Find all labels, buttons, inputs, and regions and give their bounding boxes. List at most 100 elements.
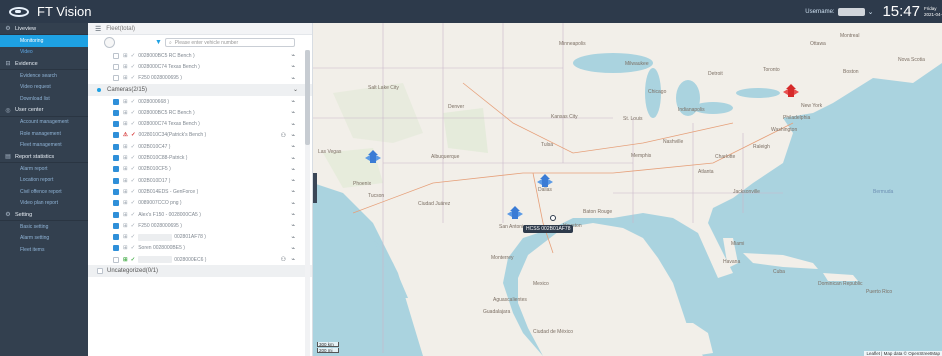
sidebar-item-role-management[interactable]: Role management [0, 128, 88, 140]
camera-link-icon[interactable]: ⌁ [291, 121, 295, 128]
group-cameras[interactable]: Cameras(2/15) ⌄ [88, 83, 312, 96]
vehicle-row[interactable]: ⊞ ✓ F250 0028000695 ) ⌁ [88, 73, 312, 84]
camera-link-icon[interactable]: ⌁ [291, 177, 295, 184]
vehicle-checkbox[interactable] [113, 75, 119, 82]
vehicle-checkbox[interactable] [113, 155, 119, 162]
vehicle-checkbox[interactable] [113, 121, 119, 128]
camera-link-icon[interactable]: ⌁ [291, 132, 295, 139]
vehicle-checkbox[interactable] [113, 166, 119, 173]
vehicle-row[interactable]: ⊞ ✓ 002801AF78 ) ⌁ [88, 231, 312, 242]
map-label: Ottawa [810, 41, 826, 47]
map-label: Memphis [631, 153, 652, 159]
camera-link-icon[interactable]: ⌁ [291, 234, 295, 241]
chevron-down-icon[interactable]: ⌄ [868, 8, 874, 16]
vehicle-checkbox[interactable] [113, 63, 119, 70]
video-playback-icon[interactable]: ⚇ [281, 256, 286, 263]
vehicle-checkbox[interactable] [113, 98, 119, 105]
vehicle-row[interactable]: ⊞ ✓ F250 0028000695 ) ⌁ [88, 220, 312, 231]
vehicle-checkbox[interactable] [113, 234, 119, 241]
sidebar-item-location-report[interactable]: Location report [0, 175, 88, 187]
sidebar-item-fleet-items[interactable]: Fleet items [0, 244, 88, 256]
sidebar-section-setting[interactable]: ⚙ Setting [0, 209, 88, 221]
sidebar-item-basic-setting[interactable]: Basic setting [0, 221, 88, 233]
vehicle-checkbox[interactable] [113, 188, 119, 195]
group-checkbox[interactable] [97, 268, 103, 275]
vehicle-row[interactable]: ⚠ ✓ 0028010C34(Patrick's Bench ) ⚇ ⌁ [88, 130, 312, 141]
camera-link-icon[interactable]: ⌁ [291, 109, 295, 116]
vehicle-row[interactable]: ⊞ ✓ 002B010C47 ) ⌁ [88, 141, 312, 152]
map-canvas[interactable]: Minneapolis Milwaukee Detroit Toronto Ch… [313, 23, 942, 356]
vehicle-row[interactable]: ⊞ ✓ 0028000C74 Texas Bench ) ⌁ [88, 61, 312, 72]
sidebar-item-video-request[interactable]: Video request [0, 82, 88, 94]
vehicle-row[interactable]: ⊞ ✓ 0028000EC6 ) ⚇ ⌁ [88, 254, 312, 265]
video-playback-icon[interactable]: ⚇ [281, 132, 286, 139]
vehicle-checkbox[interactable] [113, 245, 119, 252]
sidebar-item-alarm-setting[interactable]: Alarm setting [0, 233, 88, 245]
camera-link-icon[interactable]: ⌁ [291, 52, 295, 59]
vehicle-checkbox[interactable] [113, 256, 119, 263]
map-label: Ciudad de México [533, 329, 573, 335]
vehicle-row[interactable]: ⊞ ✓ 002B010C88-Patrick ) ⌁ [88, 152, 312, 163]
vehicle-checkbox[interactable] [113, 52, 119, 59]
vehicle-checkbox[interactable] [113, 222, 119, 229]
sidebar-section-liveview[interactable]: ⚙ Liveview [0, 23, 88, 35]
sidebar-item-evidence-search[interactable]: Evidence search [0, 70, 88, 82]
map-label: St. Louis [623, 116, 643, 122]
sidebar-section-evidence[interactable]: ⊟ Evidence [0, 58, 88, 70]
sidebar-section-report-statistics[interactable]: ▤ Report statistics [0, 151, 88, 163]
sidebar-item-fleet-management[interactable]: Fleet management [0, 140, 88, 152]
vehicle-row[interactable]: ⊞ ✓ 0028000668 ) ⌁ [88, 96, 312, 107]
vehicle-checkbox[interactable] [113, 177, 119, 184]
camera-link-icon[interactable]: ⌁ [291, 222, 295, 229]
vehicle-checkbox[interactable] [113, 211, 119, 218]
vehicle-name: 0028000EC6 ) [174, 256, 207, 263]
camera-link-icon[interactable]: ⌁ [291, 98, 295, 105]
camera-link-icon[interactable]: ⌁ [291, 75, 295, 82]
sidebar-section-user-center[interactable]: ◎ User center [0, 105, 88, 117]
camera-link-icon[interactable]: ⌁ [291, 143, 295, 150]
camera-link-icon[interactable]: ⌁ [291, 256, 295, 263]
panel-scrollbar[interactable] [305, 50, 310, 356]
vehicle-checkbox[interactable] [113, 200, 119, 207]
vehicle-row[interactable]: ⊞ ✓ Soren 0028000BE5 ) ⌁ [88, 243, 312, 254]
chevron-down-icon[interactable]: ⌄ [293, 86, 298, 93]
vehicle-row[interactable]: ⊞ ✓ Alex's F150 - 0028000CA5 ) ⌁ [88, 209, 312, 220]
vehicle-row[interactable]: ⊞ ✓ 002B010CF5 ) ⌁ [88, 164, 312, 175]
camera-link-icon[interactable]: ⌁ [291, 211, 295, 218]
vehicle-row[interactable]: ⊞ ✓ 0089007CCO png ) ⌁ [88, 198, 312, 209]
vehicle-row[interactable]: ⊞ ✓ 0028000BC5 RC Bench ) ⌁ [88, 50, 312, 61]
sidebar-item-monitoring[interactable]: Monitoring [0, 35, 88, 47]
map-label: Baton Rouge [583, 209, 612, 215]
vehicle-checkbox[interactable] [113, 143, 119, 150]
search-icon: ⌕ [168, 39, 172, 46]
sidebar-item-alarm-report[interactable]: Alarm report [0, 163, 88, 175]
map-attribution[interactable]: Leaflet | Map data © OpenStreetMap [864, 351, 942, 356]
sidebar-item-video-plan-report[interactable]: Video plan report [0, 198, 88, 210]
camera-link-icon[interactable]: ⌁ [291, 245, 295, 252]
camera-link-icon[interactable]: ⌁ [291, 188, 295, 195]
username-value[interactable] [837, 7, 865, 16]
vehicle-row[interactable]: ⊞ ✓ 002B010D17 ) ⌁ [88, 175, 312, 186]
filter-icon[interactable]: ▼ [155, 39, 162, 46]
vehicle-search-input[interactable]: ⌕ Please enter vehicle number [164, 38, 295, 47]
vehicle-checkbox[interactable] [113, 132, 119, 139]
sidebar-item-download-list[interactable]: Download list [0, 93, 88, 105]
panel-collapse-handle[interactable] [313, 173, 317, 203]
scrollbar-thumb[interactable] [305, 50, 310, 145]
sidebar-item-account-management[interactable]: Account management [0, 117, 88, 129]
vehicle-row[interactable]: ⊞ ✓ 0028000C74 Texas Bench ) ⌁ [88, 118, 312, 129]
group-uncategorized[interactable]: Uncategorized(0/1) [88, 265, 312, 278]
toggle-button[interactable] [104, 37, 115, 48]
map-view[interactable]: Minneapolis Milwaukee Detroit Toronto Ch… [313, 23, 942, 356]
sidebar-item-civil-offence-report[interactable]: Civil offence report [0, 186, 88, 198]
pre-rows: ⊞ ✓ 0028000BC5 RC Bench ) ⌁ ⊞ ✓ 0028000C74 Tex… [88, 50, 312, 84]
menu-icon[interactable]: ☰ [95, 25, 101, 33]
camera-link-icon[interactable]: ⌁ [291, 166, 295, 173]
camera-link-icon[interactable]: ⌁ [291, 63, 295, 70]
vehicle-row[interactable]: ⊞ ✓ 002B014EDS - GenForce ) ⌁ [88, 186, 312, 197]
vehicle-checkbox[interactable] [113, 109, 119, 116]
sidebar-item-video[interactable]: Video [0, 47, 88, 59]
camera-link-icon[interactable]: ⌁ [291, 200, 295, 207]
vehicle-row[interactable]: ⊞ ✓ 0028000BC5 RC Bench ) ⌁ [88, 107, 312, 118]
camera-link-icon[interactable]: ⌁ [291, 155, 295, 162]
